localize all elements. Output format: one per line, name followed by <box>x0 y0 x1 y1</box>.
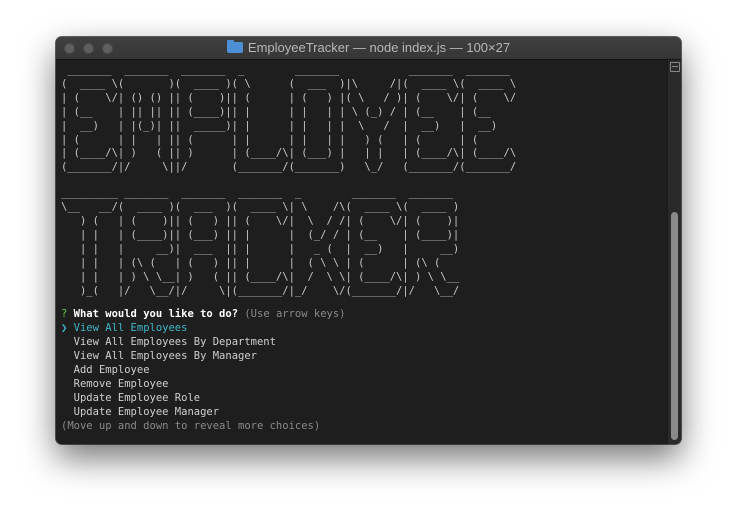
folder-icon <box>226 40 243 53</box>
menu-item-label: View All Employees <box>73 321 188 334</box>
menu-item-label: View All Employees By Department <box>73 335 276 348</box>
menu-item[interactable]: Update Employee Role <box>61 391 667 405</box>
menu-item-selected[interactable]: ❯ View All Employees <box>61 321 667 335</box>
scrollbar[interactable] <box>667 60 681 444</box>
menu-item[interactable]: View All Employees By Manager <box>61 349 667 363</box>
terminal-output[interactable]: _______ _______ _______ _ _______ ______… <box>61 60 667 444</box>
menu-item-label: View All Employees By Manager <box>73 349 257 362</box>
title-bar: EmployeeTracker — node index.js — 100×27 <box>56 37 681 60</box>
prompt-hint: (Use arrow keys) <box>244 307 346 320</box>
scroll-up-icon[interactable] <box>670 62 680 72</box>
window-title: EmployeeTracker — node index.js — 100×27 <box>56 40 681 56</box>
footer-hint: (Move up and down to reveal more choices… <box>61 419 321 432</box>
menu-prompt: ? What would you like to do? (Use arrow … <box>61 307 667 433</box>
terminal-window: EmployeeTracker — node index.js — 100×27… <box>56 37 681 444</box>
menu-item[interactable]: Remove Employee <box>61 377 667 391</box>
menu-item[interactable]: Update Employee Manager <box>61 405 667 419</box>
menu-item[interactable]: Add Employee <box>61 363 667 377</box>
menu-item-label: Add Employee <box>73 363 150 376</box>
menu-item[interactable]: View All Employees By Department <box>61 335 667 349</box>
prompt-question: What would you like to do? <box>73 307 239 320</box>
ascii-banner-tracker: _________ _______ _______ _______ _ ____… <box>61 187 460 297</box>
menu-item-label: Remove Employee <box>73 377 169 390</box>
ascii-banner-employee: _______ _______ _______ _ _______ ______… <box>61 64 517 174</box>
menu-item-label: Update Employee Manager <box>73 405 220 418</box>
scrollbar-thumb[interactable] <box>671 212 678 440</box>
pointer-icon: ❯ <box>61 321 68 334</box>
menu-item-label: Update Employee Role <box>73 391 201 404</box>
prompt-line: ? What would you like to do? (Use arrow … <box>61 307 667 321</box>
window-title-text: EmployeeTracker — node index.js — 100×27 <box>247 40 511 55</box>
question-mark-icon: ? <box>61 307 68 320</box>
